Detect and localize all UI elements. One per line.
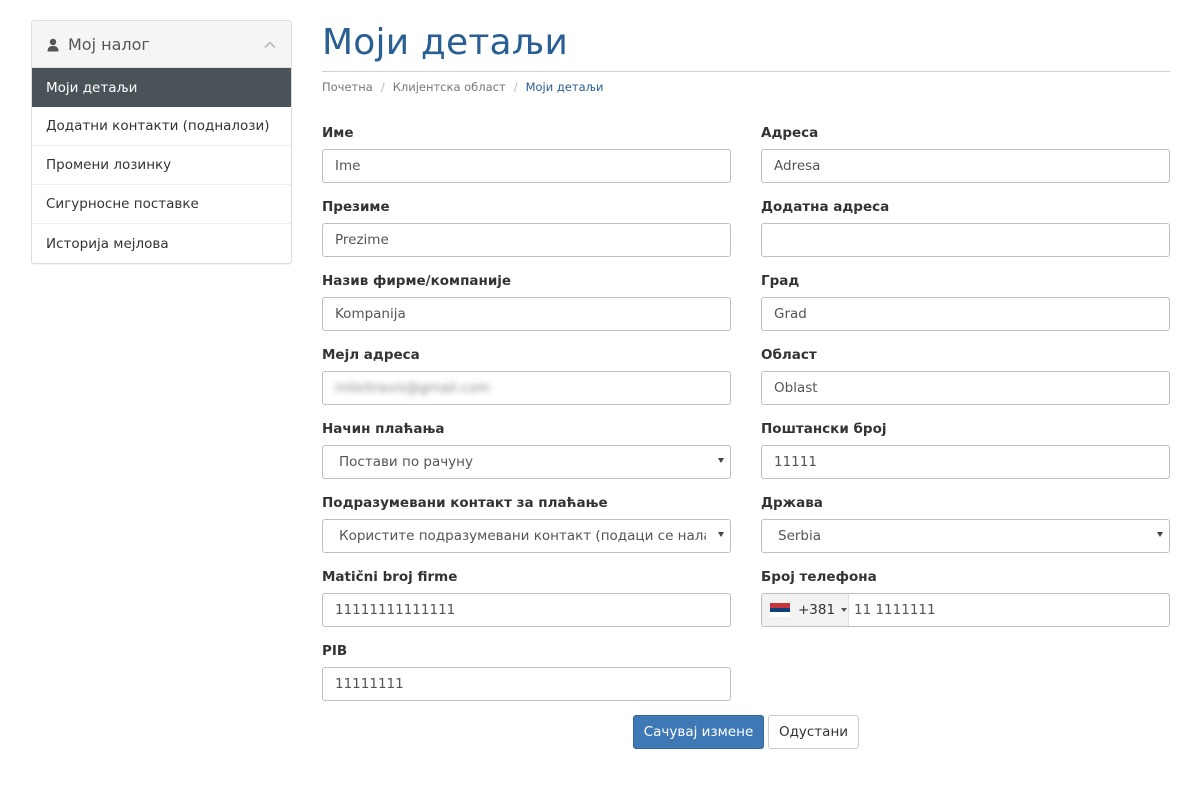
address-group: Адреса Adresa [761, 125, 1170, 183]
user-icon [46, 37, 60, 52]
country-code-dropdown[interactable]: +381 [762, 594, 849, 626]
region-label: Област [761, 347, 817, 363]
region-group: Област Oblast [761, 347, 1170, 405]
company-value: Kompanija [335, 306, 406, 322]
phone-input[interactable]: +381 11 1111111 [761, 593, 1170, 627]
first-name-label: Име [322, 125, 354, 141]
page-title: Моји детаљи [322, 22, 569, 63]
postcode-value: 11111 [774, 454, 817, 470]
address2-group: Додатна адреса [761, 199, 1170, 257]
sidebar-item-change-password[interactable]: Промени лозинку [32, 146, 291, 185]
account-sidebar: Мој налог Моји детаљи Додатни контакти (… [31, 20, 292, 264]
region-value: Oblast [774, 380, 818, 396]
address-value: Adresa [774, 158, 821, 174]
email-group: Мејл адреса mileitravis@gmail.com [322, 347, 731, 405]
payment-method-group: Начин плаћања Постави по рачуну [322, 421, 731, 479]
header-divider [322, 71, 1170, 72]
sidebar-item-email-history[interactable]: Историја мејлова [32, 224, 291, 263]
region-input[interactable]: Oblast [761, 371, 1170, 405]
company-label: Назив фирме/компаније [322, 273, 512, 289]
billing-contact-value: Користите подразумевани контакт (подаци … [339, 528, 706, 544]
breadcrumb-separator: / [380, 80, 385, 94]
breadcrumb-current: Моји детаљи [525, 80, 604, 94]
country-value: Serbia [778, 528, 822, 544]
reg-number-value: 11111111111111 [335, 602, 456, 618]
reg-number-input[interactable]: 11111111111111 [322, 593, 731, 627]
pib-group: PIB 11111111 [322, 643, 731, 701]
last-name-value: Prezime [335, 232, 389, 248]
phone-group: Број телефона +381 11 1111111 [761, 569, 1170, 627]
city-value: Grad [774, 306, 807, 322]
postcode-label: Поштански број [761, 421, 887, 437]
country-label: Држава [761, 495, 823, 511]
address-label: Адреса [761, 125, 819, 141]
company-group: Назив фирме/компаније Kompanija [322, 273, 731, 331]
city-label: Град [761, 273, 800, 289]
billing-contact-group: Подразумевани контакт за плаћање Користи… [322, 495, 731, 553]
first-name-input[interactable]: Ime [322, 149, 731, 183]
address2-label: Додатна адреса [761, 199, 890, 215]
email-value: mileitravis@gmail.com [335, 380, 490, 396]
country-group: Држава Serbia [761, 495, 1170, 553]
city-input[interactable]: Grad [761, 297, 1170, 331]
email-label: Мејл адреса [322, 347, 420, 363]
country-select[interactable]: Serbia [761, 519, 1170, 553]
save-changes-button[interactable]: Сачувај измене [633, 715, 764, 749]
pib-input[interactable]: 11111111 [322, 667, 731, 701]
breadcrumb-separator: / [513, 80, 518, 94]
payment-method-label: Начин плаћања [322, 421, 445, 437]
sidebar-item-label: Додатни контакти (подналози) [46, 118, 270, 134]
payment-method-select[interactable]: Постави по рачуну [322, 445, 731, 479]
cancel-button[interactable]: Одустани [768, 715, 859, 749]
sidebar-item-my-details[interactable]: Моји детаљи [32, 68, 291, 107]
sidebar-item-label: Промени лозинку [46, 157, 172, 173]
address-input[interactable]: Adresa [761, 149, 1170, 183]
sidebar-item-security-settings[interactable]: Сигурносне поставке [32, 185, 291, 224]
breadcrumb-client-area[interactable]: Клијентска област [393, 80, 506, 94]
breadcrumb-home[interactable]: Почетна [322, 80, 373, 94]
email-input[interactable]: mileitravis@gmail.com [322, 371, 731, 405]
postcode-group: Поштански број 11111 [761, 421, 1170, 479]
serbia-flag-icon [770, 603, 790, 618]
caret-down-icon [1157, 532, 1163, 537]
pib-value: 11111111 [335, 676, 404, 692]
sidebar-header[interactable]: Мој налог [32, 21, 291, 68]
last-name-input[interactable]: Prezime [322, 223, 731, 257]
sidebar-title: Мој налог [68, 34, 150, 54]
first-name-value: Ime [335, 158, 361, 174]
billing-contact-label: Подразумевани контакт за плаћање [322, 495, 608, 511]
last-name-group: Презиме Prezime [322, 199, 731, 257]
reg-number-group: Matični broj firme 11111111111111 [322, 569, 731, 627]
breadcrumb: Почетна / Клијентска област / Моји детаљ… [322, 80, 603, 94]
billing-contact-select[interactable]: Користите подразумевани контакт (подаци … [322, 519, 731, 553]
reg-number-label: Matični broj firme [322, 569, 458, 585]
last-name-label: Презиме [322, 199, 390, 215]
postcode-input[interactable]: 11111 [761, 445, 1170, 479]
sidebar-item-label: Сигурносне поставке [46, 196, 199, 212]
company-input[interactable]: Kompanija [322, 297, 731, 331]
caret-down-icon [718, 532, 724, 537]
caret-down-icon [841, 608, 848, 612]
caret-down-icon [718, 458, 724, 463]
sidebar-item-label: Историја мејлова [46, 235, 169, 252]
phone-value: 11 1111111 [854, 602, 936, 618]
payment-method-value: Постави по рачуну [339, 454, 473, 470]
pib-label: PIB [322, 643, 348, 659]
sidebar-item-label: Моји детаљи [46, 79, 138, 96]
address2-input[interactable] [761, 223, 1170, 257]
dial-code: +381 [798, 602, 836, 618]
phone-label: Број телефона [761, 569, 877, 585]
city-group: Град Grad [761, 273, 1170, 331]
chevron-up-icon[interactable] [263, 37, 277, 51]
first-name-group: Име Ime [322, 125, 731, 183]
sidebar-item-additional-contacts[interactable]: Додатни контакти (подналози) [32, 107, 291, 146]
